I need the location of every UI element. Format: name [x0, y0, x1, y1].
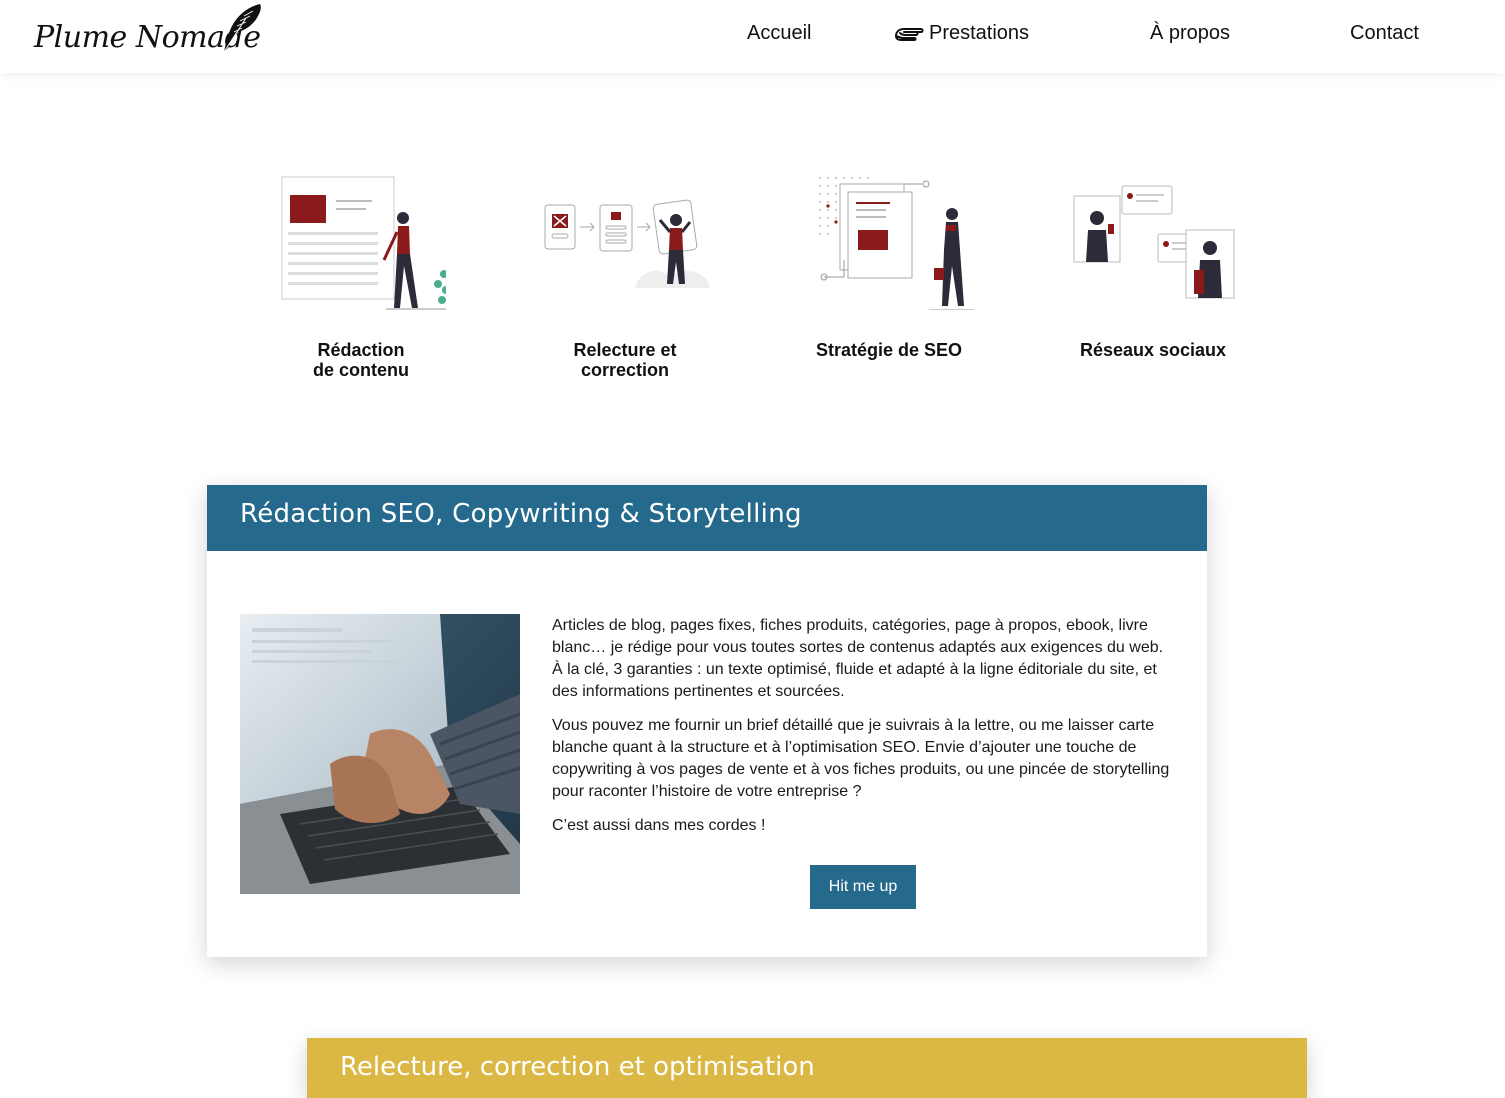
nav-item-prestations[interactable]: Prestations: [894, 22, 1029, 45]
hit-me-up-button[interactable]: Hit me up: [810, 865, 916, 909]
nav-item-contact[interactable]: Contact: [1350, 22, 1419, 45]
logo[interactable]: Plume Nomade: [34, 4, 264, 62]
service-label: Rédaction de contenu: [312, 340, 409, 380]
service-label: Relecture et correction: [573, 340, 677, 380]
card-title: Relecture, correction et optimisation: [340, 1052, 815, 1082]
seo-strategy-illustration: [819, 177, 974, 310]
content-writing-illustration: [281, 176, 446, 310]
social-media-illustration: [1073, 185, 1235, 299]
service-seo[interactable]: Stratégie de SEO: [789, 170, 989, 360]
nav-item-accueil[interactable]: Accueil: [747, 22, 811, 45]
service-relecture[interactable]: Relecture et correction: [525, 170, 725, 380]
paragraph: C’est aussi dans mes cordes !: [552, 817, 766, 834]
pointing-hand-icon: [895, 27, 924, 41]
laptop-typing-photo: [240, 614, 520, 894]
card-description: Articles de blog, pages fixes, fiches pr…: [552, 615, 1172, 849]
service-social[interactable]: Réseaux sociaux: [1053, 170, 1253, 360]
paragraph: Articles de blog, pages fixes, fiches pr…: [552, 617, 1164, 700]
service-label: Réseaux sociaux: [1079, 340, 1227, 360]
proofreading-illustration: [544, 199, 710, 288]
nav-item-apropos[interactable]: À propos: [1150, 22, 1230, 45]
paragraph: Vous pouvez me fournir un brief détaillé…: [552, 717, 1170, 800]
service-redaction[interactable]: Rédaction de contenu: [261, 170, 461, 380]
service-card-redaction-seo: Rédaction SEO, Copywriting & Storytellin…: [207, 485, 1207, 957]
card-header: Relecture, correction et optimisation: [307, 1038, 1307, 1098]
nav-item-label: Prestations: [929, 22, 1030, 44]
service-card-relecture: Relecture, correction et optimisation: [307, 1038, 1307, 1098]
site-header: Plume Nomade Accueil Prestations À propo…: [0, 0, 1505, 73]
card-title: Rédaction SEO, Copywriting & Storytellin…: [240, 499, 802, 529]
feather-icon: [223, 4, 261, 53]
service-label: Stratégie de SEO: [815, 340, 963, 360]
card-header: Rédaction SEO, Copywriting & Storytellin…: [207, 485, 1207, 551]
